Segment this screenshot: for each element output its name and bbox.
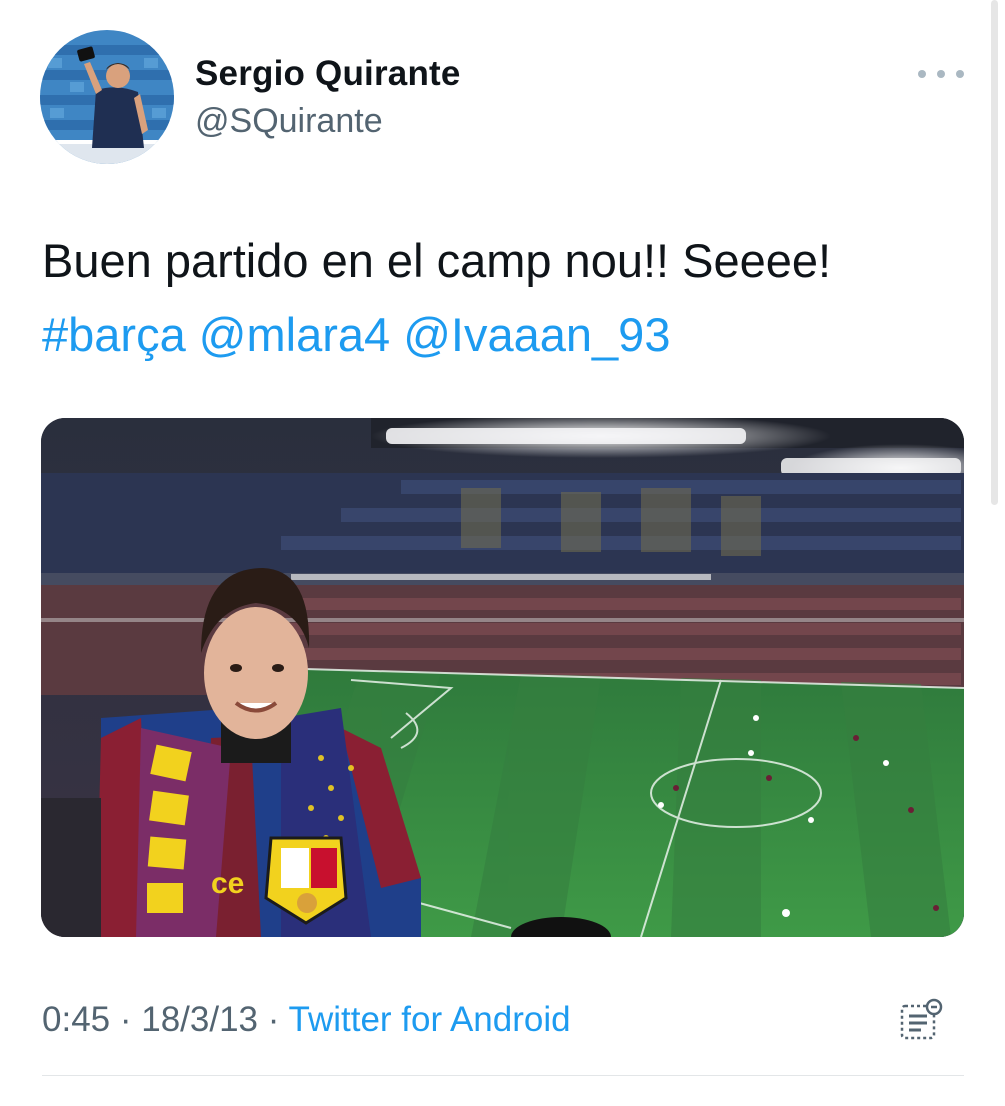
tweet-photo[interactable]: ce: [41, 418, 964, 937]
shirt-sponsor-text: ce: [211, 867, 244, 900]
mention-link[interactable]: @Ivaaan_93: [403, 308, 670, 361]
tweet-text: Buen partido en el camp nou!! Seeee! #ba…: [42, 224, 972, 372]
hashtag-link[interactable]: #barça: [42, 308, 186, 361]
more-horizontal-icon: [918, 70, 926, 78]
analytics-button[interactable]: [898, 996, 946, 1044]
tweet-metadata: 0:45 · 18/3/13 · Twitter for Android: [42, 1000, 571, 1040]
tweet-entities: #barça @mlara4 @Ivaaan_93: [42, 298, 972, 372]
more-dot: [956, 70, 964, 78]
tweet-time[interactable]: 0:45: [42, 1000, 110, 1039]
meta-separator: ·: [119, 1000, 132, 1039]
tweet-date[interactable]: 18/3/13: [141, 1000, 258, 1039]
divider: [42, 1075, 964, 1076]
avatar-image: [40, 30, 174, 164]
stadium-photo: ce: [41, 418, 964, 937]
avatar[interactable]: [40, 30, 174, 164]
tweet: Sergio Quirante @SQuirante Buen partido …: [0, 0, 1005, 1106]
analytics-icon: [900, 998, 943, 1040]
more-dot: [937, 70, 945, 78]
meta-separator: ·: [267, 1000, 280, 1039]
tweet-source-link[interactable]: Twitter for Android: [289, 1000, 571, 1039]
mention-link[interactable]: @mlara4: [199, 308, 390, 361]
tweet-text-line: Buen partido en el camp nou!! Seeee!: [42, 234, 832, 287]
author-name[interactable]: Sergio Quirante: [195, 54, 461, 94]
scrollbar[interactable]: [991, 0, 998, 505]
more-options-button[interactable]: [918, 62, 964, 86]
author-handle[interactable]: @SQuirante: [195, 102, 383, 141]
